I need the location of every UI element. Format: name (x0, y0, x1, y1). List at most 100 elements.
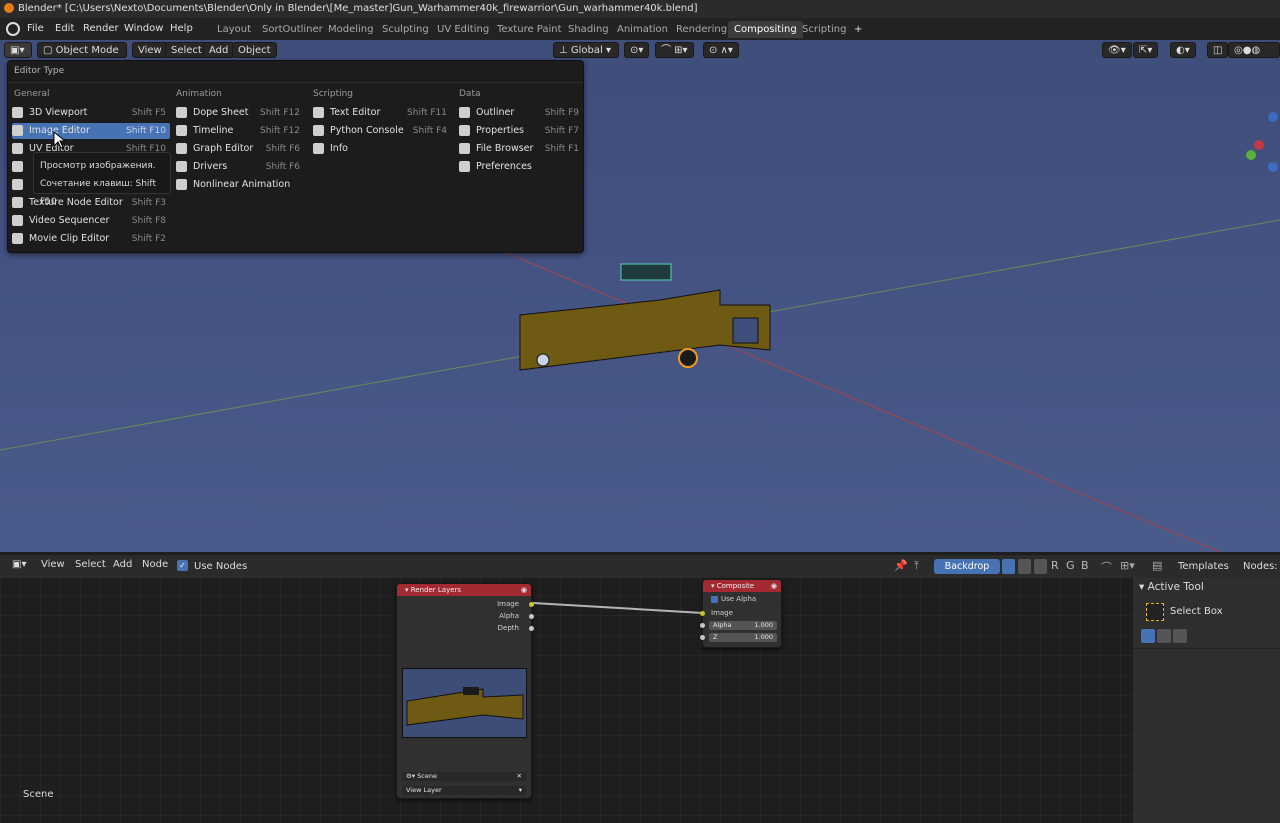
input-image-socket[interactable] (700, 611, 705, 616)
compositor-node-editor[interactable]: Scene (0, 555, 1133, 823)
menu-item-nonlinear-animation[interactable]: Nonlinear Animation (176, 177, 304, 193)
menu-item-python-console[interactable]: Python Console Shift F4 (313, 123, 451, 139)
tab-sculpting[interactable]: Sculpting (376, 21, 435, 38)
tab-uv-editing[interactable]: UV Editing (431, 21, 495, 38)
pin-icon[interactable]: 📌 (894, 559, 908, 572)
tab-shading[interactable]: Shading (562, 21, 615, 38)
tab-compositing[interactable]: Compositing (728, 21, 803, 38)
menu-render[interactable]: Render (83, 18, 119, 40)
menu-item-file-browser[interactable]: File Browser Shift F1 (459, 141, 583, 157)
active-tool-panel-header[interactable]: ▾ Active Tool (1139, 581, 1204, 593)
templates-button[interactable]: Templates (1178, 555, 1229, 578)
composite-header[interactable]: ▾ Composite ◉ (703, 580, 781, 592)
material-icon[interactable]: ◍ (1251, 45, 1260, 56)
menu-help[interactable]: Help (170, 18, 193, 40)
menu-item-preferences[interactable]: Preferences (459, 159, 583, 175)
menu-item-text-editor[interactable]: Text Editor Shift F11 (313, 105, 451, 121)
view-layer-selector[interactable]: View Layer ▾ (402, 786, 526, 795)
menu-item-video-sequencer[interactable]: Video Sequencer Shift F8 (12, 213, 170, 229)
menu-item-timeline[interactable]: Timeline Shift F12 (176, 123, 304, 139)
gizmo-toggle-icon[interactable]: ⇱▾ (1133, 42, 1159, 58)
proportional-edit-icon[interactable]: ⊙ ∧▾ (703, 42, 739, 58)
node-menu-select[interactable]: Select (70, 557, 111, 573)
menu-edit[interactable]: Edit (55, 18, 74, 40)
tab-texture-paint[interactable]: Texture Paint (491, 21, 568, 38)
overlays-icon[interactable]: ◐▾ (1170, 42, 1196, 58)
sequencer-icon (12, 215, 23, 226)
use-nodes-checkbox[interactable]: ✓ (177, 560, 188, 571)
scene-selector[interactable]: ⚙▾ Scene ✕ (402, 772, 526, 781)
blender-logo-icon[interactable] (6, 22, 20, 36)
pivot-icon[interactable]: ⊙▾ (624, 42, 650, 58)
node-menu-view[interactable]: View (36, 557, 70, 573)
backdrop-channel-color-icon[interactable] (1002, 559, 1015, 574)
clear-scene-icon[interactable]: ✕ (517, 772, 522, 781)
tab-animation[interactable]: Animation (611, 21, 674, 38)
channel-g-button[interactable]: G (1066, 559, 1075, 572)
graph-icon (176, 143, 187, 154)
menu-item-info[interactable]: Info (313, 141, 451, 157)
output-image-socket[interactable] (529, 602, 534, 607)
input-z-socket[interactable] (700, 635, 705, 640)
menu-window[interactable]: Window (124, 18, 163, 40)
properties-icon (459, 125, 470, 136)
alpha-field[interactable]: Alpha 1.000 (709, 621, 777, 630)
menu-file[interactable]: File (27, 18, 44, 40)
dopesheet-icon (176, 107, 187, 118)
output-alpha-socket[interactable] (529, 614, 534, 619)
editor-type-button[interactable]: ▣▾ (4, 42, 32, 58)
mode-extend-icon[interactable] (1157, 629, 1171, 643)
parent-node-icon[interactable]: ⤒ (914, 559, 919, 573)
view-layer-dropdown-icon[interactable]: ▾ (519, 786, 522, 795)
channel-r-button[interactable]: R (1051, 559, 1059, 572)
viewport-menu-select[interactable]: Select (165, 42, 208, 58)
node-editor-type-icon[interactable]: ▣▾ (7, 557, 32, 573)
tab-rendering[interactable]: Rendering (670, 21, 733, 38)
node-options-icon[interactable]: ◉ (771, 580, 777, 592)
menu-item-image-editor[interactable]: Image Editor Shift F10 (12, 123, 170, 139)
snap-node-icon[interactable]: ⌒ (1101, 559, 1112, 575)
node-options-icon[interactable]: ◉ (521, 584, 527, 596)
render-layers-node[interactable]: ▾ Render Layers ◉ Image Alpha Depth ⚙▾ Sc… (396, 583, 534, 799)
menu-item-dope-sheet[interactable]: Dope Sheet Shift F12 (176, 105, 304, 121)
tab-layout[interactable]: Layout (211, 21, 257, 38)
select-box-icon[interactable] (1146, 603, 1164, 621)
shading-modes[interactable]: ◎●◍ (1228, 42, 1280, 58)
menu-item-3d-viewport[interactable]: 3D Viewport Shift F5 (12, 105, 170, 121)
menu-item-outliner[interactable]: Outliner Shift F9 (459, 105, 583, 121)
tab-scripting[interactable]: Scripting (796, 21, 852, 38)
tab-sortoutliner[interactable]: SortOutliner (256, 21, 329, 38)
visibility-icon[interactable]: 👁▾ (1102, 42, 1132, 58)
mode-new-icon[interactable] (1141, 629, 1155, 643)
output-depth-socket[interactable] (529, 626, 534, 631)
templates-icon: ▤ (1152, 559, 1163, 572)
viewport-menu-view[interactable]: View (132, 42, 168, 58)
xray-icon[interactable]: ◫ (1207, 42, 1229, 58)
viewport-menu-object[interactable]: Object (232, 42, 277, 58)
node-menu-node[interactable]: Node (137, 557, 174, 573)
add-workspace-button[interactable]: + (848, 21, 868, 38)
channel-b-button[interactable]: B (1081, 559, 1089, 572)
menu-item-drivers[interactable]: Drivers Shift F6 (176, 159, 304, 175)
tab-modeling[interactable]: Modeling (322, 21, 380, 38)
filebrowser-icon (459, 143, 470, 154)
node-menu-add[interactable]: Add (108, 557, 138, 573)
z-field[interactable]: Z 1.000 (709, 633, 777, 642)
backdrop-button[interactable]: Backdrop (934, 559, 1000, 574)
snap-icon[interactable]: ⌒ ⊞▾ (655, 42, 694, 58)
snap-mode-icon[interactable]: ⊞▾ (1120, 559, 1135, 572)
backdrop-channel-alpha-icon[interactable] (1018, 559, 1031, 574)
composite-node[interactable]: ▾ Composite ◉ Use Alpha Image Alpha 1.000 … (700, 579, 782, 648)
mode-subtract-icon[interactable] (1173, 629, 1187, 643)
backdrop-channel-alpha-only-icon[interactable] (1034, 559, 1047, 574)
input-alpha-socket[interactable] (700, 623, 705, 628)
wireframe-icon[interactable]: ◎ (1234, 45, 1243, 56)
menu-item-graph-editor[interactable]: Graph Editor Shift F6 (176, 141, 304, 157)
mode-select[interactable]: ▢ Object Mode ▾ (37, 42, 127, 72)
orientation-select[interactable]: ⊥ Global ▾ (553, 42, 619, 58)
use-alpha-checkbox[interactable] (711, 596, 718, 603)
render-layers-header[interactable]: ▾ Render Layers ◉ (397, 584, 531, 596)
menu-item-movie-clip-editor[interactable]: Movie Clip Editor Shift F2 (12, 231, 170, 247)
menu-item-properties[interactable]: Properties Shift F7 (459, 123, 583, 139)
viewport-menu-add[interactable]: Add (203, 42, 235, 58)
